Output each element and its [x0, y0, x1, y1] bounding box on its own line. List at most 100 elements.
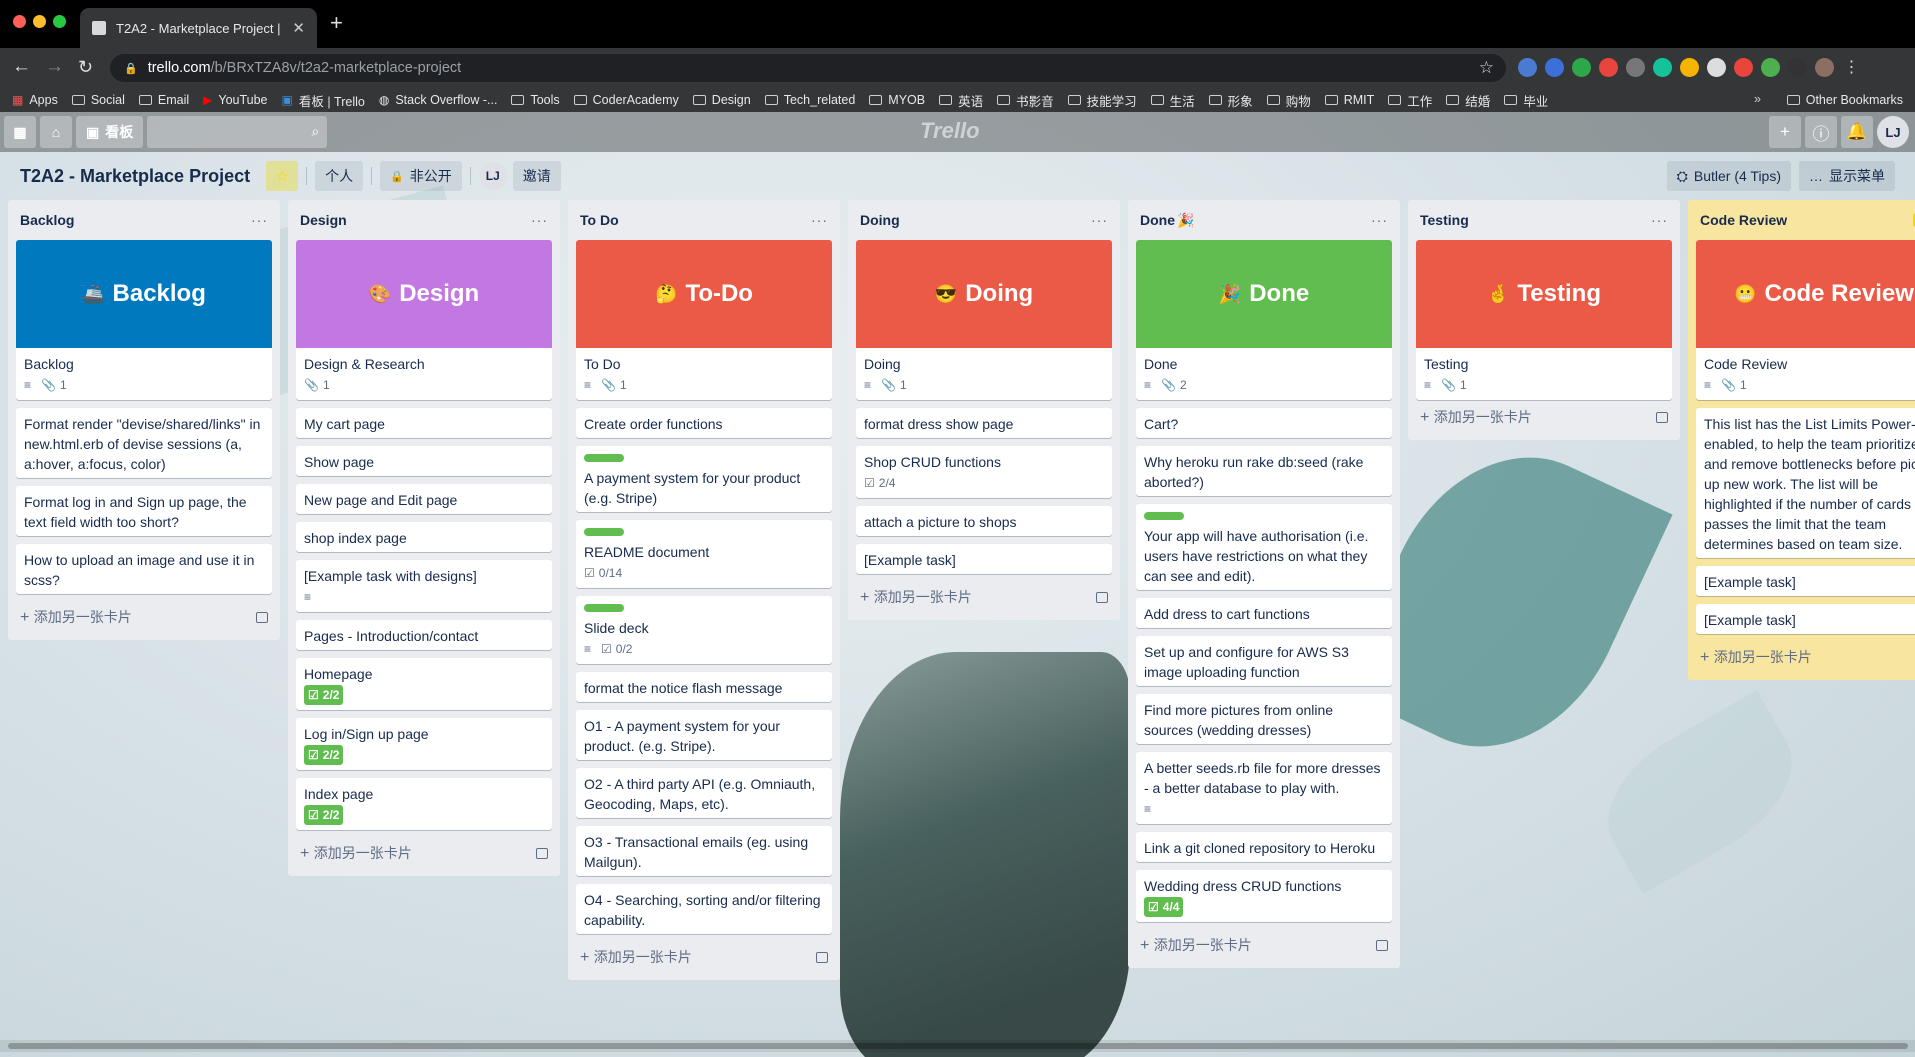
info-icon[interactable]: ⓘ: [1805, 116, 1837, 148]
add-card-button[interactable]: 添加另一张卡片: [16, 602, 272, 632]
list-menu-icon[interactable]: ···: [1371, 212, 1388, 228]
card[interactable]: A better seeds.rb file for more dresses …: [1136, 752, 1392, 824]
card[interactable]: Create order functions: [576, 408, 832, 438]
more-vertical-icon[interactable]: ⋮: [1842, 58, 1861, 77]
card[interactable]: My cart page: [296, 408, 552, 438]
card[interactable]: Cart?: [1136, 408, 1392, 438]
card[interactable]: Add dress to cart functions: [1136, 598, 1392, 628]
profile-avatar-icon[interactable]: [1815, 58, 1834, 77]
bookmark-folder[interactable]: 英语: [939, 91, 983, 110]
card-template-icon[interactable]: [1376, 939, 1388, 951]
card[interactable]: A payment system for your product (e.g. …: [576, 446, 832, 512]
card[interactable]: O4 - Searching, sorting and/or filtering…: [576, 884, 832, 934]
bookmark-folder[interactable]: 工作: [1388, 91, 1432, 110]
butler-button[interactable]: ⛭ Butler (4 Tips): [1666, 161, 1791, 191]
invite-button[interactable]: 邀请: [512, 161, 561, 191]
bookmark-folder[interactable]: 书影音: [997, 91, 1054, 110]
add-card-button[interactable]: 添加另一张卡片: [1136, 930, 1392, 960]
card[interactable]: 🚢 Backlog Backlog ≡ 📎 1: [16, 240, 272, 400]
card[interactable]: Homepage ☑ 2/2: [296, 658, 552, 710]
list-header[interactable]: Done 🎉 ···: [1136, 200, 1392, 240]
card[interactable]: 🤔 To-Do To Do ≡ 📎 1: [576, 240, 832, 400]
list-title[interactable]: To Do: [580, 212, 619, 228]
bookmark-folder[interactable]: MYOB: [869, 93, 925, 107]
other-bookmarks[interactable]: Other Bookmarks: [1786, 93, 1903, 107]
bookmark-folder[interactable]: 购物: [1266, 91, 1311, 110]
card[interactable]: Wedding dress CRUD functions ☑ 4/4: [1136, 870, 1392, 922]
card-template-icon[interactable]: [1656, 411, 1668, 423]
card[interactable]: O3 - Transactional emails (eg. using Mai…: [576, 826, 832, 876]
card[interactable]: [Example task]: [1696, 566, 1915, 596]
list-header[interactable]: To Do ···: [576, 200, 832, 240]
card[interactable]: README document ☑ 0/14: [576, 520, 832, 588]
bookmark-folder[interactable]: Social: [71, 93, 125, 107]
boards-button[interactable]: ▣ 看板: [76, 116, 144, 148]
card[interactable]: Show page: [296, 446, 552, 476]
card[interactable]: How to upload an image and use it in scs…: [16, 544, 272, 594]
card[interactable]: 😎 Doing Doing ≡ 📎 1: [856, 240, 1112, 400]
card[interactable]: Shop CRUD functions ☑ 2/4: [856, 446, 1112, 498]
list-menu-icon[interactable]: ···: [1091, 212, 1108, 228]
list-header[interactable]: Doing ···: [856, 200, 1112, 240]
add-card-button[interactable]: 添加另一张卡片: [576, 942, 832, 972]
card[interactable]: Format render "devise/shared/links" in n…: [16, 408, 272, 478]
forward-arrow-icon[interactable]: →: [45, 55, 64, 79]
show-menu-button[interactable]: … 显示菜单: [1799, 161, 1895, 191]
card[interactable]: 🎨 Design Design & Research 📎 1: [296, 240, 552, 400]
create-plus-icon[interactable]: +: [1769, 116, 1801, 148]
card[interactable]: [Example task]: [1696, 604, 1915, 634]
card[interactable]: Pages - Introduction/contact: [296, 620, 552, 650]
bookmark-apps[interactable]: ▦ Apps: [12, 93, 58, 107]
bookmark-folder[interactable]: RMIT: [1324, 93, 1374, 107]
card[interactable]: Index page ☑ 2/2: [296, 778, 552, 830]
board-title[interactable]: T2A2 - Marketplace Project: [20, 166, 250, 187]
card-label[interactable]: [584, 454, 624, 462]
list-menu-icon[interactable]: ···: [1651, 212, 1668, 228]
visibility-button[interactable]: 🔒 非公开: [380, 161, 462, 191]
team-button[interactable]: 个人: [315, 161, 364, 191]
card[interactable]: attach a picture to shops: [856, 506, 1112, 536]
add-card-button[interactable]: 添加另一张卡片: [296, 838, 552, 868]
card[interactable]: Set up and configure for AWS S3 image up…: [1136, 636, 1392, 686]
card[interactable]: 🤞 Testing Testing ≡ 📎 1: [1416, 240, 1672, 400]
bookmark-folder[interactable]: 毕业: [1504, 91, 1548, 110]
extension-icon[interactable]: [1599, 58, 1618, 77]
card[interactable]: Slide deck ≡ ☑ 0/2: [576, 596, 832, 664]
extension-icon[interactable]: [1788, 58, 1807, 77]
list-title[interactable]: Doing: [860, 212, 900, 228]
address-bar[interactable]: 🔒 trello.com/b/BRxTZA8v/t2a2-marketplace…: [110, 54, 1506, 82]
bookmark-folder[interactable]: 生活: [1150, 91, 1195, 110]
add-card-button[interactable]: 添加另一张卡片: [856, 582, 1112, 612]
card[interactable]: [Example task with designs] ≡: [296, 560, 552, 612]
card-label[interactable]: [584, 604, 624, 612]
card[interactable]: shop index page: [296, 522, 552, 552]
list-title[interactable]: Design: [300, 212, 347, 228]
bookmark-folder[interactable]: 形象: [1208, 91, 1253, 110]
new-tab-button[interactable]: +: [330, 11, 343, 35]
notification-bell-icon[interactable]: 🔔: [1841, 116, 1873, 148]
card[interactable]: Link a git cloned repository to Heroku: [1136, 832, 1392, 862]
card[interactable]: This list has the List Limits Power-Up e…: [1696, 408, 1915, 558]
card[interactable]: 😬 Code Review Code Review ≡ 📎 1: [1696, 240, 1915, 400]
add-card-button[interactable]: 添加另一张卡片: [1696, 642, 1915, 672]
card[interactable]: format dress show page: [856, 408, 1112, 438]
add-card-button[interactable]: 添加另一张卡片: [1416, 402, 1672, 432]
grammarly-extension-icon[interactable]: [1653, 58, 1672, 77]
list-header[interactable]: Design ···: [296, 200, 552, 240]
bookmark-folder[interactable]: CoderAcademy: [573, 93, 679, 107]
card[interactable]: Format log in and Sign up page, the text…: [16, 486, 272, 536]
star-board-icon[interactable]: ☆: [266, 161, 299, 191]
close-window-button[interactable]: [13, 15, 26, 28]
list-title[interactable]: Backlog: [20, 212, 74, 228]
bookmark-youtube[interactable]: ▶ YouTube: [203, 93, 267, 107]
list-title[interactable]: Code Review: [1700, 212, 1787, 228]
extension-icon[interactable]: [1545, 58, 1564, 77]
card-template-icon[interactable]: [256, 611, 268, 623]
card[interactable]: Your app will have authorisation (i.e. u…: [1136, 504, 1392, 590]
card[interactable]: 🎉 Done Done ≡ 📎 2: [1136, 240, 1392, 400]
card-label[interactable]: [1144, 512, 1184, 520]
translate-extension-icon[interactable]: [1518, 58, 1537, 77]
card[interactable]: [Example task]: [856, 544, 1112, 574]
card[interactable]: Find more pictures from online sources (…: [1136, 694, 1392, 744]
extension-icon[interactable]: [1734, 58, 1753, 77]
